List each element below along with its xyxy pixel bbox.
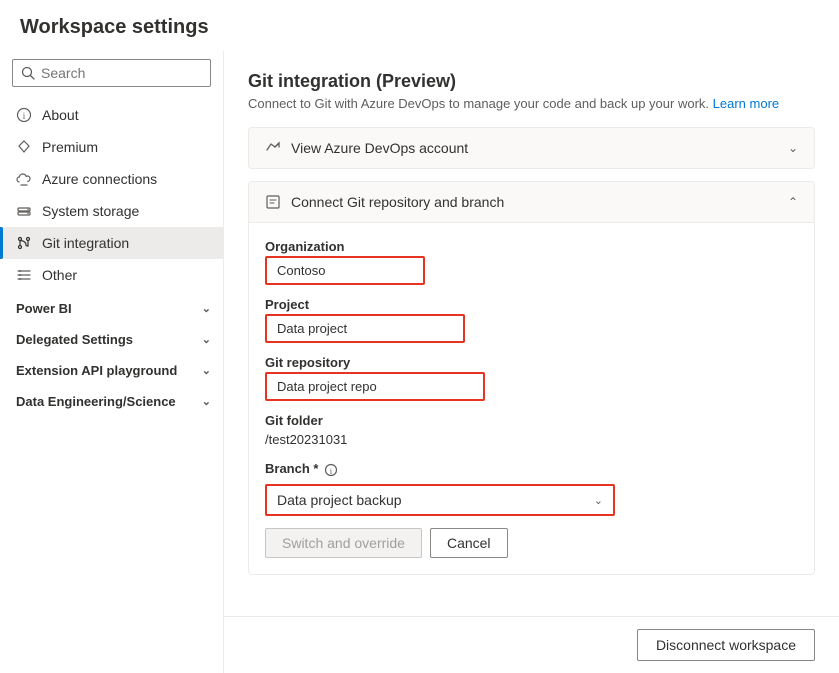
sidebar-item-label-storage: System storage <box>42 203 139 219</box>
info-icon: i <box>16 107 32 123</box>
project-label: Project <box>265 297 798 312</box>
sidebar-item-label-premium: Premium <box>42 139 98 155</box>
chevron-down-icon: ⌄ <box>202 333 211 346</box>
chevron-down-icon: ⌄ <box>788 141 798 155</box>
azure-devops-icon <box>265 140 281 156</box>
sidebar-item-git-integration[interactable]: Git integration <box>0 227 223 259</box>
connect-git-panel: Connect Git repository and branch ⌃ Orga… <box>248 181 815 575</box>
chevron-down-icon: ⌄ <box>202 395 211 408</box>
sidebar-item-label-other: Other <box>42 267 77 283</box>
sidebar-item-label-about: About <box>42 107 79 123</box>
page-title: Workspace settings <box>0 0 839 51</box>
storage-icon <box>16 203 32 219</box>
diamond-icon <box>16 139 32 155</box>
app-container: Workspace settings i <box>0 0 839 673</box>
sidebar-item-other[interactable]: Other <box>0 259 223 291</box>
azure-devops-panel: View Azure DevOps account ⌄ <box>248 127 815 169</box>
project-value: Data project <box>277 321 453 336</box>
cloud-icon <box>16 171 32 187</box>
sidebar-item-about[interactable]: i About <box>0 99 223 131</box>
git-folder-label: Git folder <box>265 413 798 428</box>
field-organization: Organization Contoso <box>265 239 798 285</box>
sidebar-group-data-engineering[interactable]: Data Engineering/Science ⌄ <box>0 384 223 415</box>
bottom-bar: Disconnect workspace <box>224 616 839 673</box>
sidebar-group-power-bi[interactable]: Power BI ⌄ <box>0 291 223 322</box>
git-repository-label: Git repository <box>265 355 798 370</box>
field-git-folder: Git folder /test20231031 <box>265 413 798 449</box>
sidebar-item-label-git: Git integration <box>42 235 129 251</box>
branch-value: Data project backup <box>277 492 402 508</box>
branch-label: Branch * <box>265 461 318 476</box>
sidebar-item-azure-connections[interactable]: Azure connections <box>0 163 223 195</box>
main-layout: i About Premium <box>0 51 839 673</box>
sidebar-group-delegated-settings[interactable]: Delegated Settings ⌄ <box>0 322 223 353</box>
organization-label: Organization <box>265 239 798 254</box>
git-repository-value: Data project repo <box>277 379 473 394</box>
chevron-down-icon: ⌄ <box>594 494 603 507</box>
azure-devops-label: View Azure DevOps account <box>291 140 468 156</box>
svg-text:i: i <box>23 111 26 121</box>
content-title: Git integration (Preview) <box>248 71 815 92</box>
field-branch: Branch * i Data project backup <box>265 461 798 516</box>
info-circle-icon: i <box>324 463 338 477</box>
branch-dropdown[interactable]: Data project backup ⌄ <box>265 484 615 516</box>
search-icon <box>21 66 35 80</box>
svg-text:i: i <box>330 467 333 476</box>
content-subtitle: Connect to Git with Azure DevOps to mana… <box>248 96 815 111</box>
git-repo-icon <box>265 194 281 210</box>
sidebar-group-label-delegated: Delegated Settings <box>16 332 133 347</box>
cancel-button[interactable]: Cancel <box>430 528 508 558</box>
sidebar-item-label-azure: Azure connections <box>42 171 157 187</box>
git-folder-value: /test20231031 <box>265 432 798 447</box>
sidebar-group-label-extension: Extension API playground <box>16 363 177 378</box>
sidebar-group-label-data-engineering: Data Engineering/Science <box>16 394 176 409</box>
sidebar-group-label-power-bi: Power BI <box>16 301 72 316</box>
sidebar-item-system-storage[interactable]: System storage <box>0 195 223 227</box>
disconnect-workspace-button[interactable]: Disconnect workspace <box>637 629 815 661</box>
connect-git-content: Organization Contoso Project Data projec… <box>249 223 814 574</box>
azure-devops-header[interactable]: View Azure DevOps account ⌄ <box>249 128 814 168</box>
chevron-up-icon: ⌃ <box>788 195 798 209</box>
field-project: Project Data project <box>265 297 798 343</box>
chevron-down-icon: ⌄ <box>202 302 211 315</box>
chevron-down-icon: ⌄ <box>202 364 211 377</box>
sidebar-group-extension-api[interactable]: Extension API playground ⌄ <box>0 353 223 384</box>
field-git-repository: Git repository Data project repo <box>265 355 798 401</box>
sidebar: i About Premium <box>0 51 224 673</box>
organization-value: Contoso <box>277 263 413 278</box>
switch-override-button[interactable]: Switch and override <box>265 528 422 558</box>
main-content: Git integration (Preview) Connect to Git… <box>224 51 839 616</box>
git-icon <box>16 235 32 251</box>
sidebar-item-premium[interactable]: Premium <box>0 131 223 163</box>
list-icon <box>16 267 32 283</box>
learn-more-link[interactable]: Learn more <box>713 96 779 111</box>
search-input[interactable] <box>41 65 202 81</box>
search-box[interactable] <box>12 59 211 87</box>
connect-git-header[interactable]: Connect Git repository and branch ⌃ <box>249 182 814 223</box>
connect-git-label: Connect Git repository and branch <box>291 194 504 210</box>
action-buttons: Switch and override Cancel <box>265 528 798 558</box>
